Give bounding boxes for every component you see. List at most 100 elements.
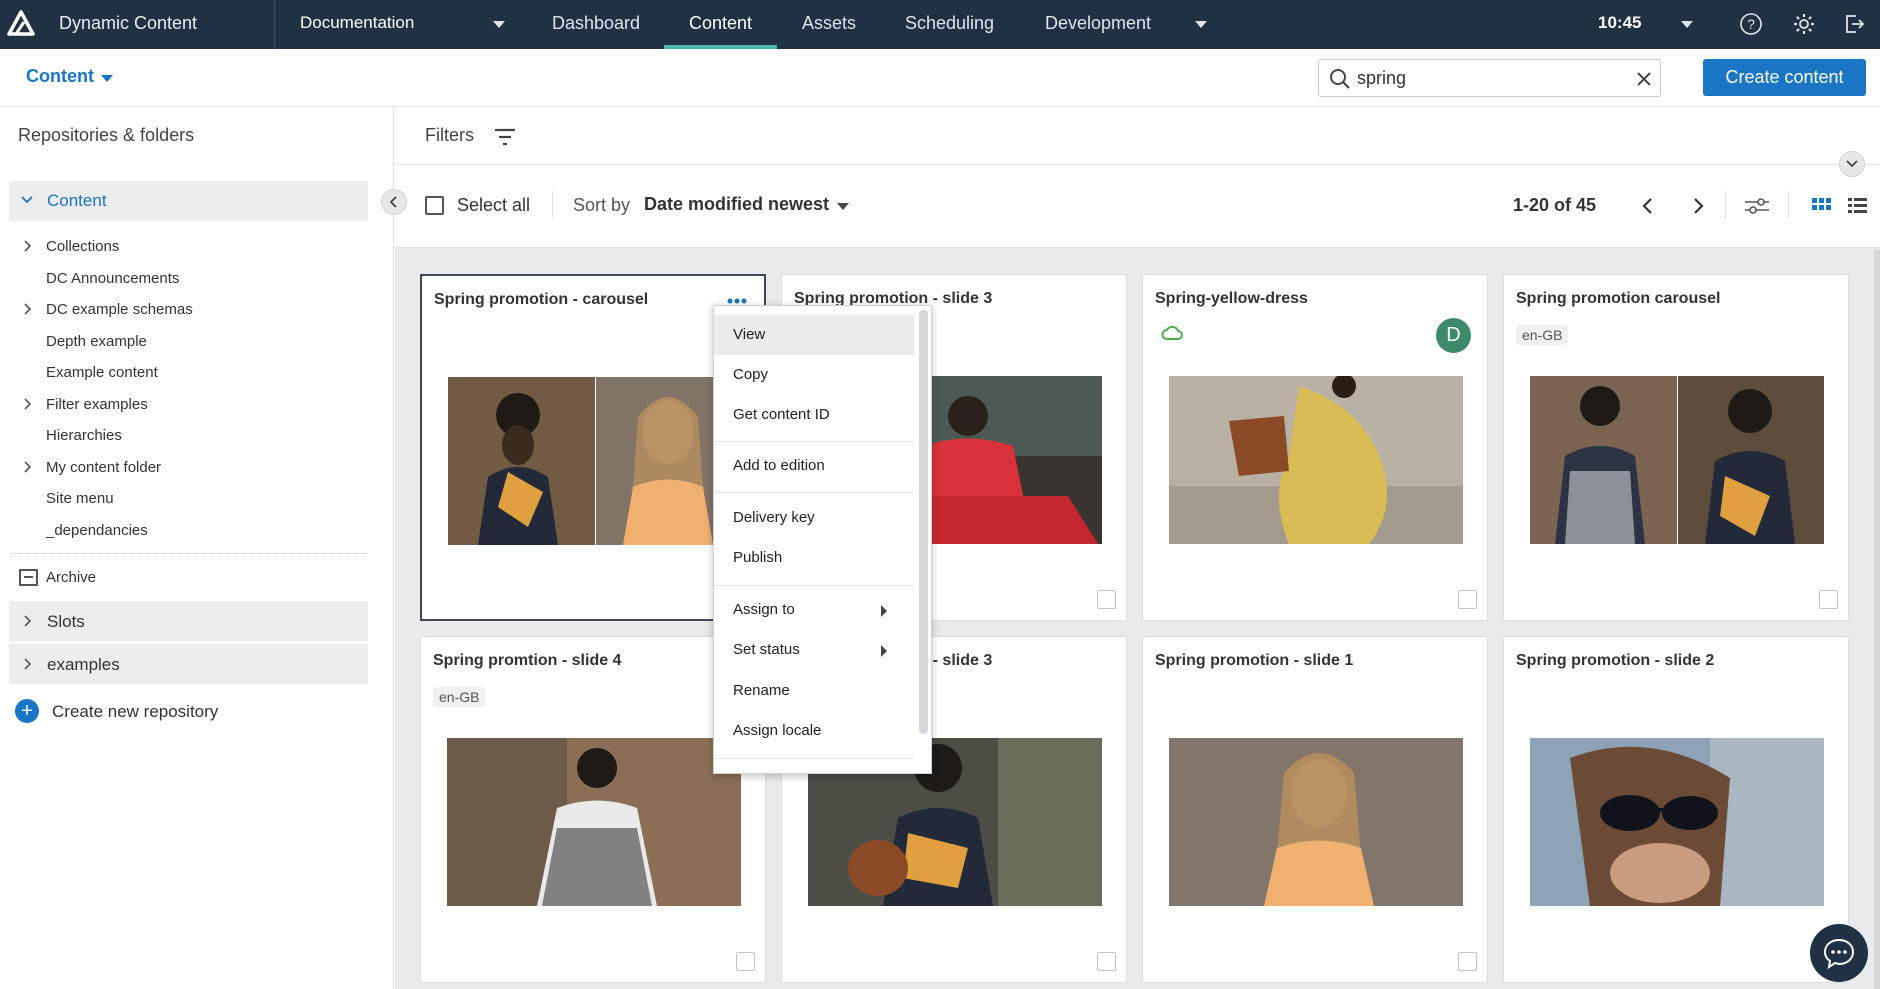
clear-search-icon[interactable]: [1634, 69, 1654, 89]
tab-scheduling[interactable]: Scheduling: [905, 13, 994, 34]
create-new-repository-button[interactable]: + Create new repository: [15, 697, 315, 727]
card-checkbox[interactable]: [736, 952, 755, 971]
menu-item-label: View: [733, 326, 766, 343]
menu-item-view[interactable]: View: [714, 315, 914, 355]
menu-item-assign-locale[interactable]: Assign locale: [714, 711, 914, 751]
filter-icon[interactable]: [493, 127, 517, 147]
menu-item-get-content-id[interactable]: Get content ID: [714, 395, 914, 435]
folder-example-content[interactable]: Example content: [0, 359, 380, 387]
menu-scrollbar[interactable]: [919, 310, 928, 734]
menu-item-assign-to[interactable]: Assign to: [714, 590, 914, 630]
card-checkbox[interactable]: [1097, 590, 1116, 609]
sidebar-root-label: Content: [47, 191, 107, 210]
display-settings-icon[interactable]: [1743, 195, 1771, 217]
folder-hierarchies[interactable]: Hierarchies: [0, 422, 380, 450]
folder-depth-example[interactable]: Depth example: [0, 328, 380, 356]
tab-content[interactable]: Content: [689, 13, 752, 34]
grid-view-icon[interactable]: [1810, 195, 1832, 217]
menu-item-label: Set status: [733, 641, 800, 658]
sidebar-item-archive[interactable]: Archive: [0, 562, 380, 592]
repository-slots[interactable]: Slots: [9, 601, 368, 641]
content-card[interactable]: Spring promotion - slide 2: [1503, 636, 1849, 983]
folder-dc-example-schemas[interactable]: DC example schemas: [0, 296, 380, 324]
search-icon: [1330, 69, 1350, 89]
hub-chevron-down-icon[interactable]: [493, 21, 505, 28]
time-chevron-down-icon[interactable]: [1681, 21, 1693, 28]
search-box[interactable]: [1318, 59, 1661, 97]
card-title: Spring promtion - slide 4: [433, 652, 622, 669]
card-checkbox[interactable]: [1458, 952, 1477, 971]
content-subheader: Content Create content: [0, 49, 1880, 107]
folder-site-menu[interactable]: Site menu: [0, 485, 380, 513]
chevron-right-icon[interactable]: [23, 303, 31, 315]
folder-label: Collections: [46, 238, 120, 255]
content-card[interactable]: Spring promotion carousel en-GB: [1503, 274, 1849, 621]
menu-item-label: Assign to: [733, 601, 795, 618]
menu-item-rename[interactable]: Rename: [714, 671, 914, 711]
help-icon[interactable]: ?: [1739, 12, 1763, 36]
menu-item-label: Rename: [733, 682, 790, 699]
tab-assets[interactable]: Assets: [802, 13, 856, 34]
card-title: Spring promotion - slide 2: [1516, 652, 1715, 669]
chevron-right-icon[interactable]: [23, 615, 31, 627]
folder-collections[interactable]: Collections: [0, 233, 380, 261]
list-toolbar: Select all Sort by Date modified newest …: [395, 165, 1880, 247]
chevron-right-icon[interactable]: [23, 658, 31, 670]
main-scrollbar[interactable]: [1874, 250, 1880, 989]
tab-development[interactable]: Development: [1045, 13, 1151, 34]
card-checkbox[interactable]: [1458, 590, 1477, 609]
card-checkbox[interactable]: [1097, 952, 1116, 971]
list-view-icon[interactable]: [1846, 195, 1868, 217]
svg-text:?: ?: [1747, 16, 1755, 32]
search-input[interactable]: [1357, 66, 1617, 90]
folder-dependancies[interactable]: _dependancies: [0, 517, 380, 545]
card-title: Spring promotion - carousel: [434, 291, 649, 308]
sidebar-item-content-root[interactable]: Content: [9, 181, 368, 221]
content-card[interactable]: Spring-yellow-dress D: [1142, 274, 1488, 621]
folder-dc-announcements[interactable]: DC Announcements: [0, 265, 380, 293]
create-content-button[interactable]: Create content: [1703, 59, 1866, 96]
card-title: Spring promotion carousel: [1516, 290, 1721, 307]
section-title[interactable]: Content: [26, 66, 94, 87]
hub-selector[interactable]: Documentation: [300, 13, 414, 33]
filters-bar: Filters: [395, 107, 1880, 165]
filters-label[interactable]: Filters: [425, 125, 474, 146]
chat-button[interactable]: [1810, 924, 1868, 982]
archive-icon: [19, 569, 38, 586]
folder-label: My content folder: [46, 459, 162, 476]
settings-icon[interactable]: [1792, 12, 1816, 36]
folder-filter-examples[interactable]: Filter examples: [0, 391, 380, 419]
next-page-icon[interactable]: [1688, 195, 1708, 217]
menu-item-delivery-key[interactable]: Delivery key: [714, 498, 914, 538]
sort-chevron-down-icon[interactable]: [837, 203, 849, 210]
app-name: Dynamic Content: [59, 13, 198, 33]
content-card[interactable]: Spring promotion - slide 1: [1142, 636, 1488, 983]
card-checkbox[interactable]: [1819, 590, 1838, 609]
folder-my-content-folder[interactable]: My content folder: [0, 454, 380, 482]
card-thumbnail-image: [448, 377, 742, 545]
repository-examples[interactable]: examples: [9, 644, 368, 684]
chevron-down-icon[interactable]: [21, 195, 33, 205]
archive-label: Archive: [46, 569, 97, 586]
menu-item-label: Publish: [733, 549, 783, 566]
menu-item-set-status[interactable]: Set status: [714, 630, 914, 670]
menu-item-copy[interactable]: Copy: [714, 355, 914, 395]
sort-select[interactable]: Date modified newest: [644, 194, 829, 215]
chevron-right-icon[interactable]: [23, 398, 31, 410]
menu-item-add-to-edition[interactable]: Add to edition: [714, 446, 914, 486]
chevron-right-icon[interactable]: [23, 240, 31, 252]
menu-item-publish[interactable]: Publish: [714, 538, 914, 578]
section-chevron-down-icon[interactable]: [101, 75, 113, 82]
card-thumbnail-image: [1530, 376, 1824, 544]
menu-item-label: Get content ID: [733, 406, 830, 423]
development-chevron-down-icon[interactable]: [1195, 21, 1207, 28]
card-title: Spring promotion - slide 1: [1155, 652, 1354, 669]
select-all-checkbox[interactable]: [425, 196, 444, 215]
chevron-right-icon[interactable]: [23, 461, 31, 473]
tab-dashboard[interactable]: Dashboard: [552, 13, 640, 34]
select-all-label[interactable]: Select all: [457, 195, 530, 216]
previous-page-icon[interactable]: [1638, 195, 1658, 217]
logout-icon[interactable]: [1842, 12, 1866, 36]
amplience-logo-icon[interactable]: [7, 10, 35, 38]
card-thumbnail-image: [1169, 738, 1463, 906]
